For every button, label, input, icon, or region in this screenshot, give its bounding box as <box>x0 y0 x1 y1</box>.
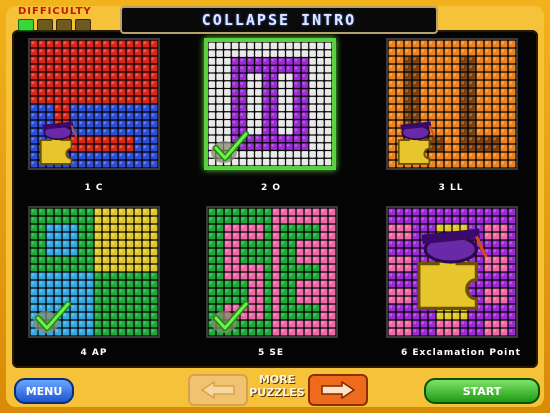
puzzle-label-1: 1 C <box>84 183 104 193</box>
difficulty-pip-1 <box>18 19 34 31</box>
puzzle-tile-1[interactable] <box>28 38 160 170</box>
puzzle-tile-2[interactable] <box>204 38 336 170</box>
difficulty-pip-3 <box>56 19 72 31</box>
difficulty-label: DIFFICULTY <box>18 6 92 17</box>
next-page-button[interactable] <box>308 374 368 406</box>
puzzle-tile-4[interactable] <box>28 206 160 338</box>
game-window: DIFFICULTY COLLAPSE INTRO 1 C 2 O 3 LL 4… <box>0 0 550 413</box>
difficulty-pip-4 <box>75 19 91 31</box>
puzzle-tile-3[interactable] <box>386 38 518 170</box>
more-line-2: PUZZLES <box>249 386 305 399</box>
puzzle-piece-mascot-icon <box>417 228 488 310</box>
start-button[interactable]: START <box>424 378 540 404</box>
difficulty-pips <box>18 19 91 31</box>
puzzle-tile-6[interactable] <box>386 206 518 338</box>
check-icon <box>211 131 249 163</box>
difficulty-meter: DIFFICULTY <box>12 6 122 31</box>
puzzle-label-2: 2 O <box>260 183 282 193</box>
puzzle-label-4: 4 AP <box>80 348 108 358</box>
check-icon <box>33 301 71 333</box>
arrow-right-icon <box>321 381 356 399</box>
puzzle-tile-5[interactable] <box>206 206 338 338</box>
puzzle-piece-mascot-icon <box>39 121 78 165</box>
page-title: COLLAPSE INTRO <box>201 11 357 29</box>
more-line-1: MORE <box>258 373 296 386</box>
puzzle-label-3: 3 LL <box>438 183 464 193</box>
prev-page-button[interactable] <box>188 374 248 406</box>
menu-button[interactable]: MENU <box>14 378 74 404</box>
puzzle-piece-mascot-icon <box>397 121 436 165</box>
difficulty-pip-2 <box>37 19 53 31</box>
arrow-left-icon <box>200 381 235 399</box>
puzzle-label-6: 6 Exclamation Point <box>401 348 521 358</box>
more-puzzles-label: MORE PUZZLES <box>248 373 306 399</box>
puzzle-label-5: 5 SE <box>257 348 285 358</box>
check-icon <box>211 301 249 333</box>
title-bar: COLLAPSE INTRO <box>120 6 438 34</box>
